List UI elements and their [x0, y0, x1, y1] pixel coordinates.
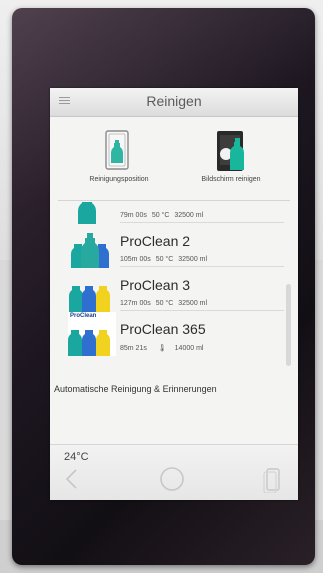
clean-screen-button[interactable]: Bildschirm reinigen	[176, 128, 286, 188]
door-bottle-icon	[105, 130, 129, 170]
program-stats: 127m 00s 50 °C 32500 ml	[120, 300, 210, 307]
status-nav-bar: 24°C	[50, 444, 298, 500]
divider	[58, 200, 290, 201]
program-item[interactable]: ProClean 3 127m 00s 50 °C 32500 ml	[50, 268, 298, 312]
row-divider	[120, 310, 284, 311]
row-divider	[120, 222, 284, 223]
program-time: 79m 00s	[120, 212, 147, 219]
program-stats: 105m 00s 50 °C 32500 ml	[120, 256, 210, 263]
scrollbar[interactable]	[286, 284, 291, 366]
recent-icon[interactable]	[262, 467, 282, 493]
bottles-icon	[71, 233, 109, 268]
screen-spray-icon	[217, 131, 244, 171]
program-volume: 14000 ml	[174, 345, 204, 352]
program-stats: 79m 00s 50 °C 32500 ml	[120, 212, 206, 219]
program-volume: 32500 ml	[174, 212, 204, 219]
program-temp: 50 °C	[151, 212, 170, 219]
title-bar: Reinigen	[50, 88, 298, 117]
proclean-logo: ProClean	[70, 313, 97, 319]
program-name: ProClean 2	[120, 233, 191, 249]
program-item[interactable]: ProClean 2 105m 00s 50 °C 32500 ml	[50, 224, 298, 268]
program-time: 105m 00s	[120, 256, 151, 263]
program-name: ProClean 365	[120, 321, 206, 337]
proclean-365-thumb: ProClean	[68, 312, 116, 356]
program-item[interactable]: 79m 00s 50 °C 32500 ml	[50, 202, 298, 224]
program-time: 85m 21s	[120, 345, 147, 352]
program-stats: 85m 21s 🌡 14000 ml	[120, 344, 206, 352]
page-title: Reinigen	[146, 93, 202, 109]
program-item[interactable]: ProClean ProClean 365 85m 21s 🌡 14000 ml	[50, 312, 298, 356]
clean-screen-label: Bildschirm reinigen	[201, 176, 261, 183]
bottles-icon	[68, 330, 110, 356]
program-volume: 32500 ml	[178, 256, 208, 263]
temperature-readout: 24°C	[64, 451, 89, 463]
program-name: ProClean 3	[120, 277, 191, 293]
program-temp: 50 °C	[155, 300, 174, 307]
row-divider	[120, 266, 284, 267]
cleaning-position-label: Reinigungsposition	[89, 176, 149, 183]
program-time: 127m 00s	[120, 300, 151, 307]
home-icon[interactable]	[158, 467, 186, 495]
program-list: 79m 00s 50 °C 32500 ml ProClean 2 105m 0…	[50, 202, 298, 362]
auto-cleaning-link[interactable]: Automatische Reinigung & Erinnerungen	[54, 384, 217, 394]
back-icon[interactable]	[64, 467, 80, 491]
program-temp: 50 °C	[155, 256, 174, 263]
program-volume: 32500 ml	[178, 300, 208, 307]
bottle-icon	[78, 202, 96, 224]
thermometer-icon: 🌡	[157, 345, 167, 352]
cleaning-position-button[interactable]: Reinigungsposition	[64, 128, 174, 188]
bottles-icon	[69, 286, 110, 312]
touch-screen: Reinigen Reinigungsposition Bildschirm r…	[50, 88, 298, 500]
